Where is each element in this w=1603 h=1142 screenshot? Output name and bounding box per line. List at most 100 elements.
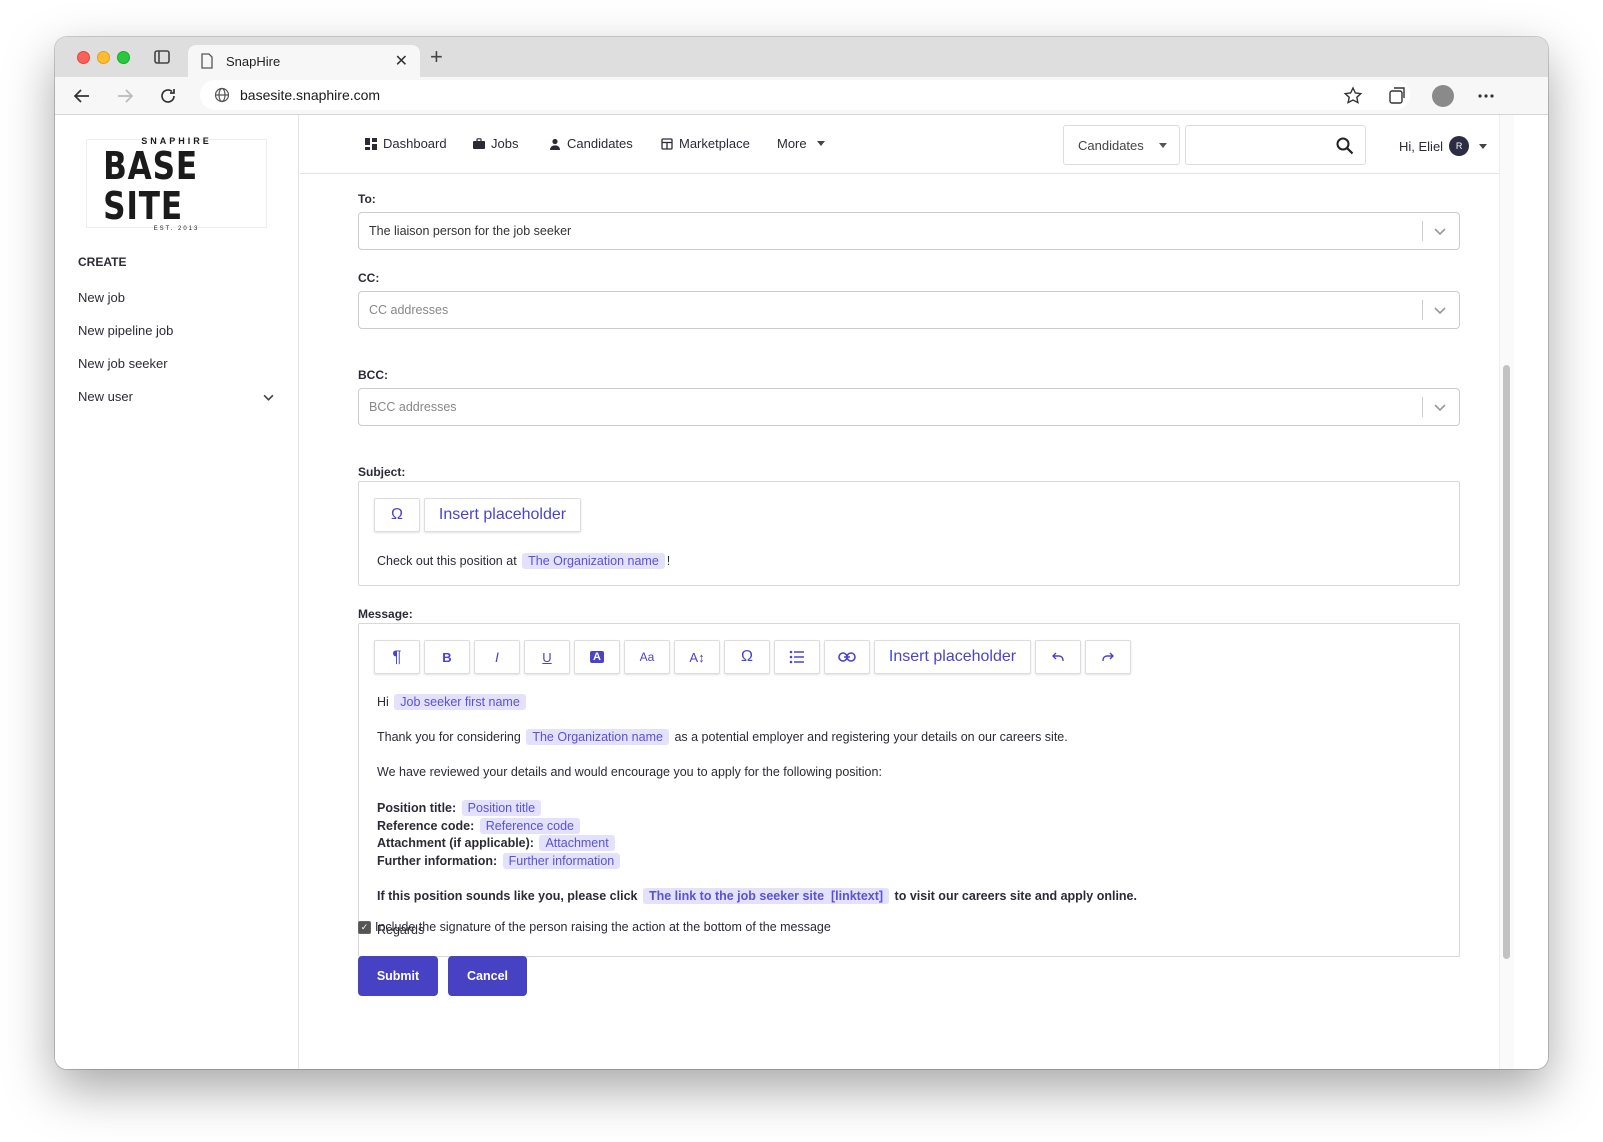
sidebar-item-new-job[interactable]: New job [78,290,125,305]
placeholder-chip[interactable]: Further information [502,853,621,869]
sidebar-item-label: New user [78,389,133,404]
message-reference-line[interactable]: Reference code: Reference code [377,818,582,834]
redo-icon [1102,652,1114,661]
message-position-title-line[interactable]: Position title: Position title [377,800,543,816]
avatar: R [1449,136,1470,156]
sidebar-item-new-user[interactable]: New user [78,389,278,404]
back-icon[interactable] [71,85,93,107]
collections-icon[interactable] [1386,85,1408,107]
chevron-down-icon [263,394,274,401]
sidebar-item-new-pipeline-job[interactable]: New pipeline job [78,323,173,338]
cancel-button[interactable]: Cancel [448,956,527,996]
search-scope-value: Candidates [1078,137,1144,153]
reference-label: Reference code: [377,819,475,833]
placeholder-chip[interactable]: The link to the job seeker site [linktex… [642,888,890,904]
message-editor[interactable]: ¶ B I U A Aa A↕ Ω Insert placeholder Hi … [358,623,1460,957]
bcc-placeholder: BCC addresses [369,400,457,414]
placeholder-chip[interactable]: Reference code [479,818,581,834]
message-thanks-after: as a potential employer and registering … [674,730,1068,744]
divider [1422,397,1423,417]
placeholder-chip[interactable]: The Organization name [526,729,669,745]
address-bar[interactable]: basesite.snaphire.com [200,80,1410,110]
bcc-select[interactable]: BCC addresses [358,388,1460,426]
sidebar: SNAPHIRE BASE SITE EST. 2013 CREATE New … [55,115,299,1069]
submit-button[interactable]: Submit [358,956,438,996]
caret-down-icon [816,141,825,146]
favorites-icon[interactable] [1342,85,1364,107]
sidebar-item-new-job-seeker[interactable]: New job seeker [78,356,168,371]
to-select[interactable]: The liaison person for the job seeker [358,212,1460,250]
scrollbar[interactable] [1499,115,1514,1069]
redo-button[interactable] [1085,640,1131,674]
signature-option[interactable]: ✓ Include the signature of the person ra… [358,920,831,934]
maximize-window-button[interactable] [117,51,130,64]
message-attachment-line[interactable]: Attachment (if applicable): Attachment [377,835,617,851]
paragraph-icon: ¶ [392,647,402,666]
browser-tab[interactable]: SnapHire ✕ [188,45,420,77]
line-height-button[interactable]: A↕ [674,640,720,674]
message-cta-line[interactable]: If this position sounds like you, please… [377,888,1137,904]
nav-label: More [777,136,807,151]
special-character-button[interactable]: Ω [724,640,770,674]
close-window-button[interactable] [77,51,90,64]
chevron-down-icon[interactable] [1433,400,1447,414]
placeholder-chip[interactable]: The Organization name [522,553,665,569]
insert-placeholder-button[interactable]: Insert placeholder [424,498,581,532]
bold-icon: B [442,649,452,665]
profile-icon[interactable] [1432,85,1454,107]
to-label: To: [358,192,376,206]
signature-checkbox[interactable]: ✓ [358,920,371,934]
forward-icon[interactable] [114,85,136,107]
nav-dashboard[interactable]: Dashboard [365,136,447,151]
site-logo[interactable]: SNAPHIRE BASE SITE EST. 2013 [86,136,267,232]
text-color-button[interactable]: A [574,640,620,674]
message-thanks-line[interactable]: Thank you for considering The Organizati… [377,729,1068,745]
search-input[interactable] [1185,125,1366,165]
bold-button[interactable]: B [424,640,470,674]
special-character-button[interactable]: Ω [374,498,420,532]
caret-down-icon [1159,143,1167,148]
bullet-list-button[interactable] [774,640,820,674]
chevron-down-icon[interactable] [1433,224,1447,238]
subject-editor[interactable]: Ω Insert placeholder Check out this posi… [358,481,1460,586]
signature-label: Include the signature of the person rais… [375,920,831,934]
message-reviewed-line[interactable]: We have reviewed your details and would … [377,765,882,779]
minimize-window-button[interactable] [97,51,110,64]
nav-marketplace[interactable]: Marketplace [661,136,750,151]
page-icon [201,53,213,69]
close-tab-icon[interactable]: ✕ [395,51,408,71]
font-size-button[interactable]: Aa [624,640,670,674]
nav-label: Dashboard [383,136,447,151]
paragraph-button[interactable]: ¶ [374,640,420,674]
scrollbar-thumb[interactable] [1503,365,1510,959]
nav-candidates[interactable]: Candidates [549,136,633,151]
undo-button[interactable] [1035,640,1081,674]
underline-button[interactable]: U [524,640,570,674]
chevron-down-icon[interactable] [1433,303,1447,317]
text-color-icon: A [590,651,604,663]
more-options-icon[interactable] [1475,85,1497,107]
placeholder-chip[interactable]: Position title [461,800,542,816]
store-icon [661,137,673,150]
reload-icon[interactable] [157,85,179,107]
placeholder-chip[interactable]: Attachment [539,835,615,851]
search-scope-select[interactable]: Candidates [1063,125,1180,165]
browser-window: SnapHire ✕ + basesite.snaphire.com SNAPH… [55,37,1548,1069]
nav-jobs[interactable]: Jobs [473,136,518,151]
message-further-line[interactable]: Further information: Further information [377,853,622,869]
user-menu[interactable]: Hi, Eliel R [1399,136,1488,156]
placeholder-chip[interactable]: Job seeker first name [394,694,526,710]
subject-text[interactable]: Check out this position at The Organizat… [377,553,670,569]
message-greeting-line[interactable]: Hi Job seeker first name [377,694,528,710]
cc-select[interactable]: CC addresses [358,291,1460,329]
subject-label: Subject: [358,465,406,479]
nav-label: Marketplace [679,136,750,151]
search-icon[interactable] [1335,136,1355,156]
position-title-label: Position title: [377,801,457,815]
new-tab-icon[interactable]: + [430,46,443,68]
nav-more[interactable]: More [777,136,825,151]
link-button[interactable] [824,640,870,674]
insert-placeholder-button[interactable]: Insert placeholder [874,640,1031,674]
tab-overview-icon[interactable] [152,47,172,67]
italic-button[interactable]: I [474,640,520,674]
